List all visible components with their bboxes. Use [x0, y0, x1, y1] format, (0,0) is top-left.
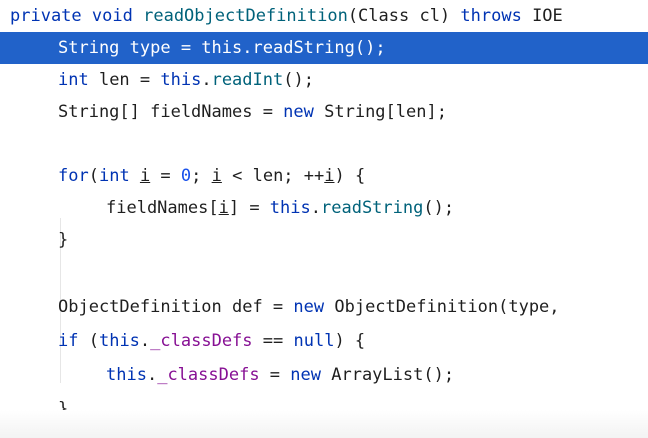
code-line-6[interactable]: for(int i = 0; i < len; ++i) { — [0, 160, 648, 192]
keyword-throws: throws — [460, 6, 522, 26]
code-line-3[interactable]: int len = this.readInt(); — [0, 64, 648, 96]
code-line-4[interactable]: String[] fieldNames = new String[len]; — [0, 96, 648, 128]
code-text: = — [150, 166, 181, 186]
code-text: == — [252, 331, 294, 351]
code-text: ) { — [334, 166, 366, 186]
keyword-if: if — [58, 331, 79, 351]
code-line-10[interactable]: ObjectDefinition def = new ObjectDefinit… — [0, 291, 648, 323]
keyword-this: this — [269, 198, 311, 218]
keyword-new: new — [290, 365, 321, 385]
keyword-for: for — [58, 166, 89, 186]
code-text: . — [242, 38, 253, 58]
method-name: readObjectDefinition — [143, 6, 348, 26]
keyword-this: this — [106, 365, 147, 385]
keyword-this: this — [201, 38, 243, 58]
loop-variable: i — [139, 166, 151, 186]
code-text: ) { — [334, 331, 366, 351]
code-text: < len; ++ — [221, 166, 325, 186]
code-text: ; — [191, 166, 212, 186]
code-text: . — [139, 331, 151, 351]
loop-variable: i — [211, 166, 222, 186]
keyword-int: int — [58, 70, 89, 90]
keyword-private: private — [10, 6, 82, 26]
code-line-8[interactable]: } — [0, 224, 648, 256]
closing-brace: } — [58, 230, 69, 250]
code-line-7[interactable]: fieldNames[i] = this.readString(); — [0, 192, 648, 224]
code-text: ObjectDefinition def = — [58, 297, 294, 317]
loop-variable: i — [218, 198, 229, 218]
code-text: (); — [283, 70, 314, 90]
code-text: ArrayList(); — [321, 365, 455, 385]
keyword-int: int — [98, 166, 130, 186]
keyword-new: new — [283, 102, 314, 122]
method-call: readString — [252, 38, 355, 58]
exception-type: IOE — [521, 6, 563, 26]
code-line-1[interactable]: private void readObjectDefinition(Class … — [0, 0, 648, 32]
code-text: fieldNames[ — [106, 198, 219, 218]
code-line-12[interactable]: this._classDefs = new ArrayList(); — [0, 359, 648, 391]
code-text: . — [201, 70, 212, 90]
code-line-11[interactable]: if (this._classDefs == null) { — [0, 325, 648, 357]
keyword-new: new — [293, 297, 325, 317]
code-text: (); — [354, 38, 386, 58]
method-call: readInt — [211, 70, 284, 90]
code-text: String type = — [58, 38, 202, 58]
code-text: = — [259, 365, 291, 385]
keyword-this: this — [160, 70, 202, 90]
method-params: (Class cl) — [347, 6, 461, 26]
code-text: . — [146, 365, 158, 385]
code-editor[interactable]: private void readObjectDefinition(Class … — [0, 0, 648, 438]
code-text: String[len]; — [313, 102, 447, 122]
code-text: (); — [423, 198, 455, 218]
loop-variable: i — [324, 166, 335, 186]
number-literal: 0 — [180, 166, 192, 186]
code-text: String[] fieldNames = — [58, 102, 284, 122]
code-line-2-selected[interactable]: String type = this.readString(); — [0, 32, 648, 64]
keyword-void: void — [91, 6, 133, 26]
keyword-null: null — [293, 331, 335, 351]
code-text: ObjectDefinition(type, — [324, 297, 570, 317]
code-text: . — [310, 198, 321, 218]
field-name: _classDefs — [157, 365, 260, 385]
editor-bottom-edge — [0, 410, 648, 438]
method-call: readString — [321, 198, 424, 218]
code-text: ] = — [228, 198, 270, 218]
field-name: _classDefs — [150, 331, 253, 351]
code-text: ( — [78, 331, 99, 351]
keyword-this: this — [98, 331, 140, 351]
code-text: ( — [88, 166, 99, 186]
code-text: len = — [88, 70, 161, 90]
